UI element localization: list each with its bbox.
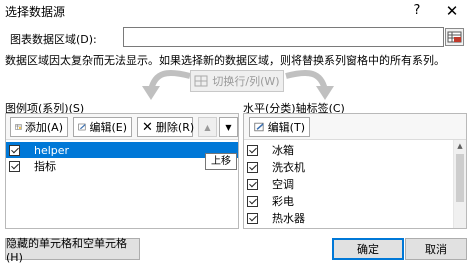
edit-icon — [254, 122, 264, 132]
scroll-up-icon[interactable]: ▲ — [454, 140, 466, 153]
hidden-empty-cells-button[interactable]: 隐藏的单元格和空单元格(H) — [5, 237, 140, 264]
edit-series-label: 编辑(E) — [89, 121, 127, 134]
category-label: 空调 — [272, 178, 294, 191]
axis-labels-panel: 编辑(T) 冰箱 洗衣机 空调 彩电 热水器 ▲ — [243, 113, 467, 229]
add-series-button[interactable]: 添加(A) — [10, 117, 68, 137]
legend-toolbar: 添加(A) 编辑(E) ✕ 删除(R) ▲ ▼ — [6, 114, 238, 140]
series-label: 指标 — [34, 160, 56, 173]
series-checkbox[interactable] — [9, 144, 20, 156]
edit-axis-button[interactable]: 编辑(T) — [249, 117, 310, 137]
category-row[interactable]: 冰箱 — [244, 142, 466, 158]
category-row[interactable]: 洗衣机 — [244, 159, 466, 175]
move-up-button[interactable]: ▲ — [198, 117, 217, 137]
series-checkbox[interactable] — [9, 160, 20, 172]
category-label: 彩电 — [272, 195, 294, 208]
switch-row-column-button[interactable]: 切换行/列(W) — [190, 70, 284, 92]
chart-range-input[interactable] — [123, 27, 444, 47]
move-up-tooltip: 上移 — [205, 153, 237, 170]
close-button[interactable]: ✕ — [430, 0, 474, 22]
swap-arrow-right-icon — [285, 70, 334, 100]
range-picker-button[interactable] — [445, 28, 464, 46]
move-down-icon: ▼ — [225, 122, 232, 132]
swap-arrow-left-icon — [142, 70, 191, 100]
series-row[interactable]: 指标 — [6, 158, 238, 174]
category-label: 热水器 — [272, 212, 305, 225]
switch-icon — [194, 75, 208, 87]
category-checkbox[interactable] — [247, 195, 258, 207]
switch-row-column-label: 切换行/列(W) — [212, 75, 280, 88]
delete-series-label: 删除(R) — [155, 121, 195, 134]
title-bar — [0, 0, 474, 22]
edit-axis-label: 编辑(T) — [267, 121, 305, 134]
help-button[interactable]: ? — [404, 0, 430, 22]
ok-button[interactable]: 确定 — [332, 238, 404, 260]
category-row[interactable]: 彩电 — [244, 193, 466, 209]
chart-range-label: 图表数据区域(D): — [10, 33, 97, 46]
category-label: 洗衣机 — [272, 161, 305, 174]
add-series-label: 添加(A) — [24, 121, 63, 134]
add-icon — [15, 124, 22, 130]
warning-message: 数据区域因太复杂而无法显示。如果选择新的数据区域，则将替换系列窗格中的所有系列。 — [5, 54, 445, 67]
category-row[interactable]: 热水器 — [244, 210, 466, 226]
category-row[interactable]: 空调 — [244, 176, 466, 192]
scroll-thumb[interactable] — [456, 154, 464, 202]
dialog-title: 选择数据源 — [5, 5, 66, 19]
delete-series-button[interactable]: ✕ 删除(R) — [137, 117, 195, 137]
cancel-button[interactable]: 取消 — [405, 238, 467, 260]
axis-scrollbar[interactable]: ▲ — [453, 140, 466, 228]
edit-series-button[interactable]: 编辑(E) — [73, 117, 132, 137]
move-up-icon: ▲ — [204, 122, 211, 132]
category-label: 冰箱 — [272, 144, 294, 157]
range-select-icon — [447, 31, 462, 43]
series-row[interactable]: helper — [6, 142, 238, 158]
delete-icon: ✕ — [142, 119, 153, 135]
category-checkbox[interactable] — [247, 161, 258, 173]
category-checkbox[interactable] — [247, 178, 258, 190]
category-checkbox[interactable] — [247, 212, 258, 224]
axis-toolbar: 编辑(T) — [244, 114, 466, 140]
move-down-button[interactable]: ▼ — [219, 117, 238, 137]
series-label: helper — [34, 143, 70, 157]
edit-icon — [78, 123, 86, 131]
legend-entries-panel: 添加(A) 编辑(E) ✕ 删除(R) ▲ ▼ helper 指标 — [5, 113, 239, 229]
category-checkbox[interactable] — [247, 144, 258, 156]
